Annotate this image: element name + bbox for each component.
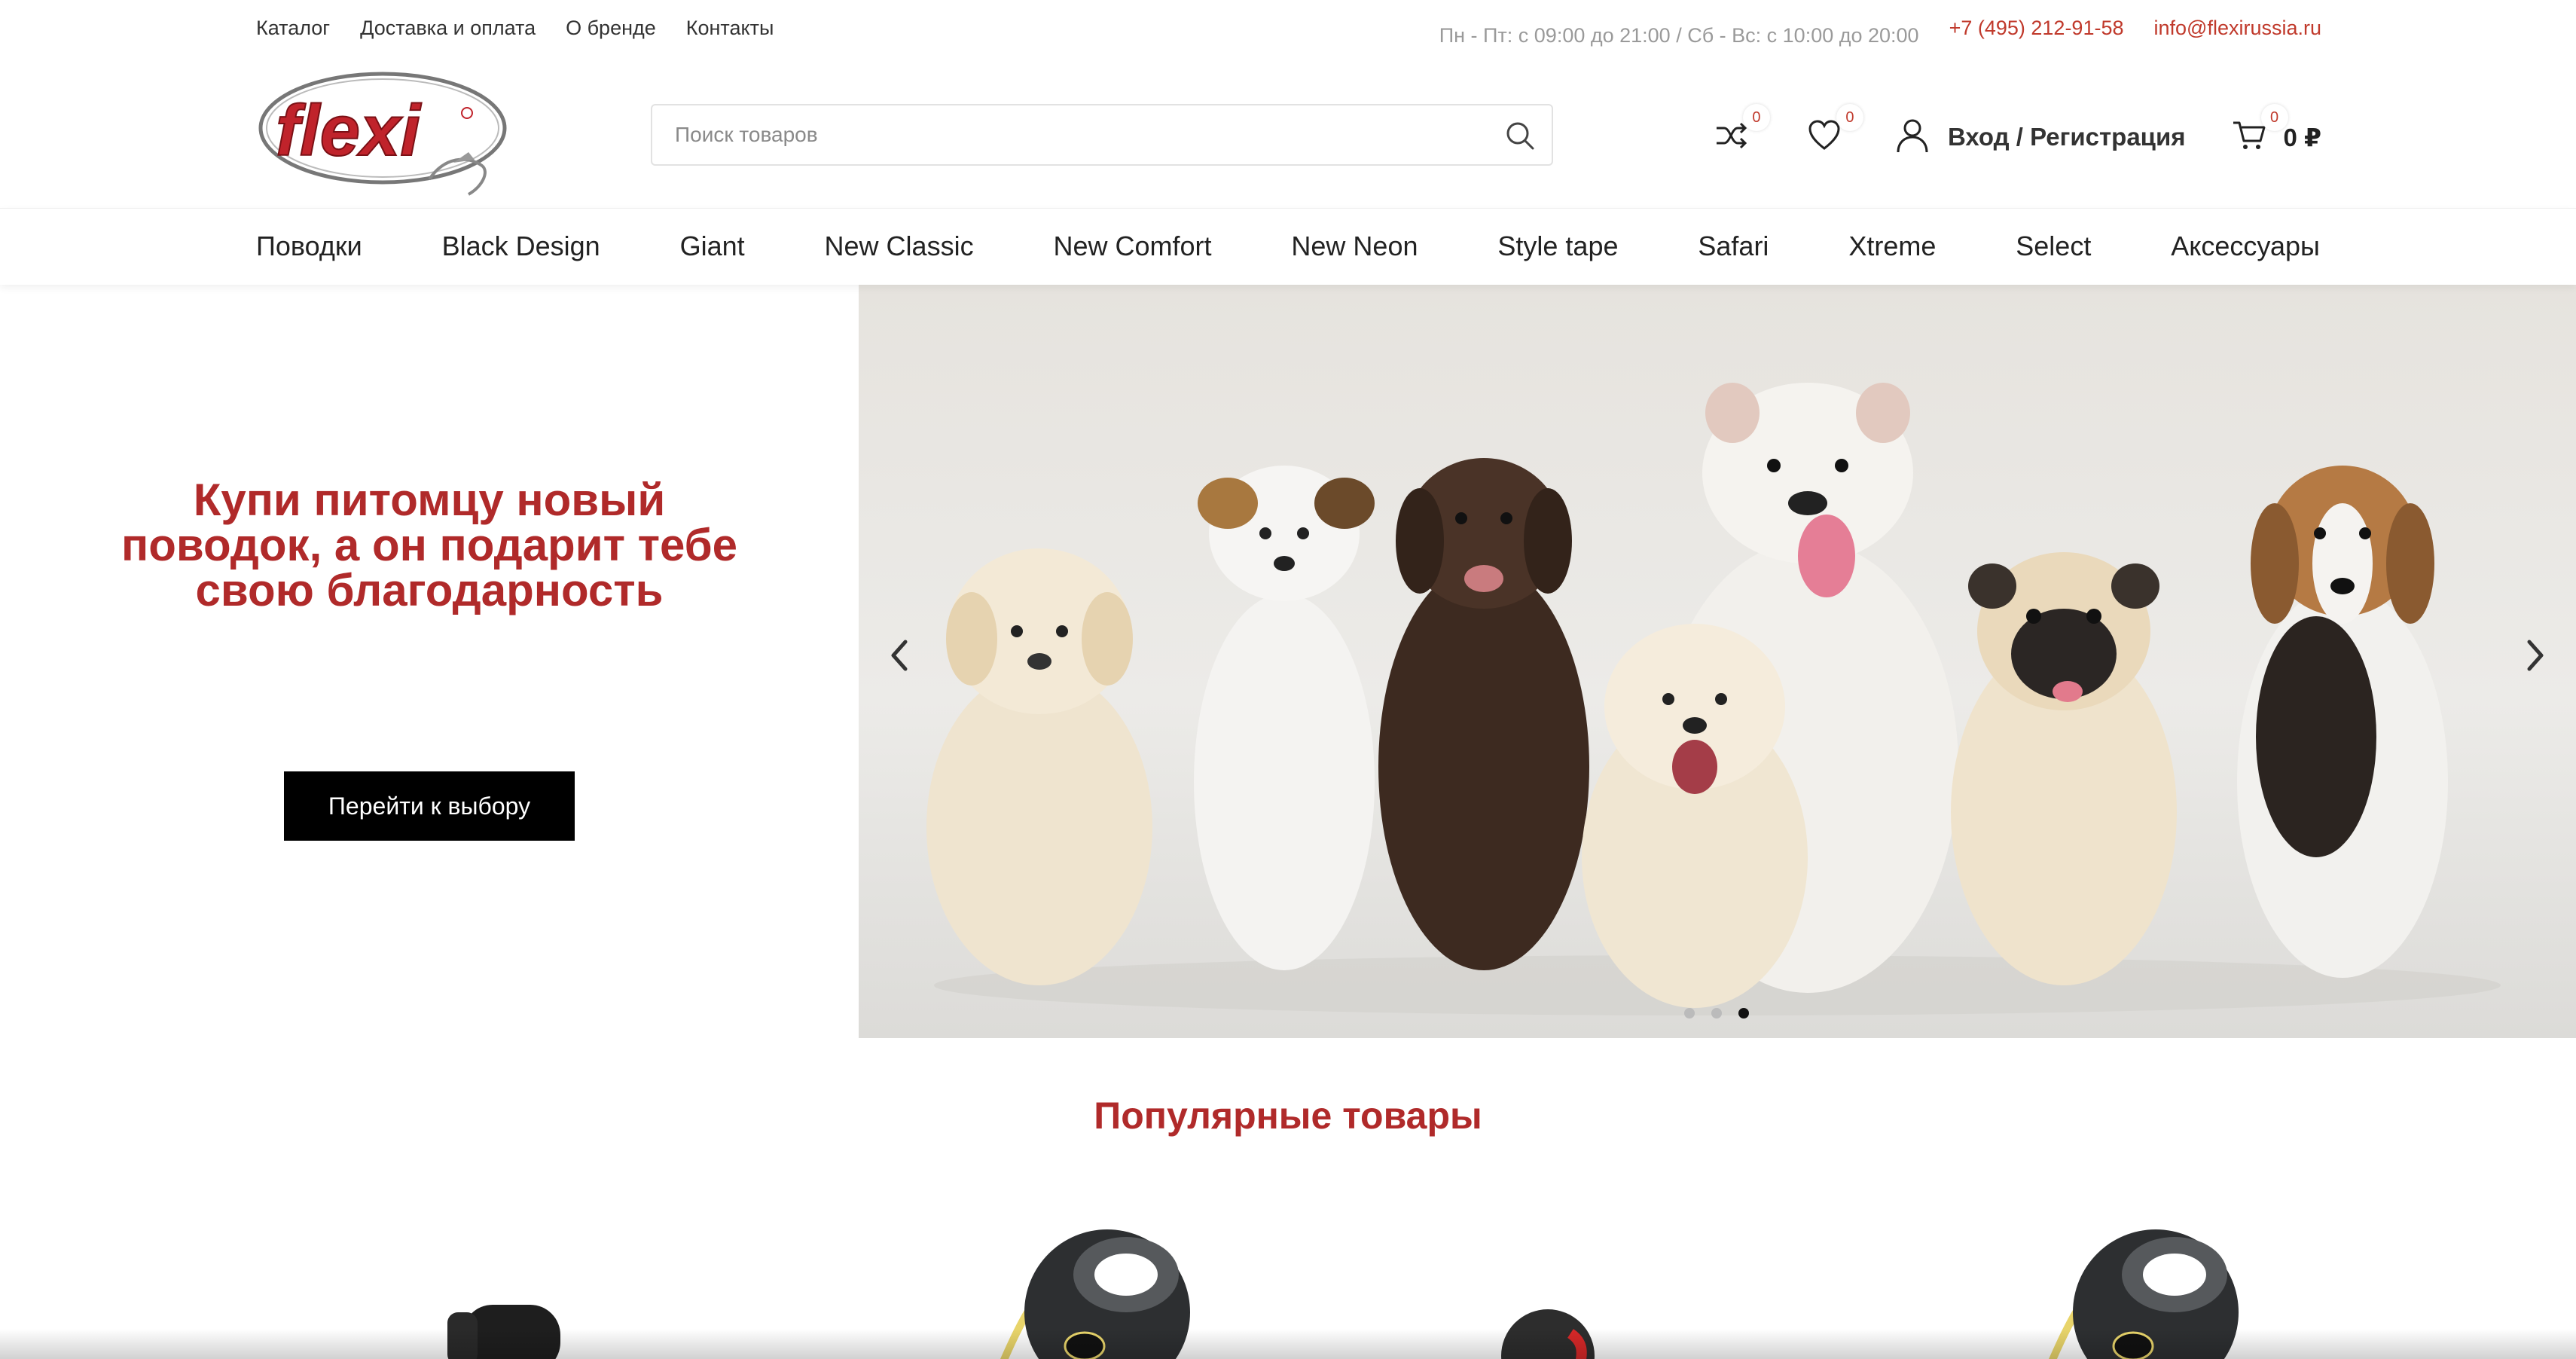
cart-icon	[2232, 118, 2266, 157]
top-link-catalog[interactable]: Каталог	[256, 17, 330, 40]
puppies-illustration	[926, 383, 2501, 1015]
login-label: Вход / Регистрация	[1947, 123, 2186, 151]
slider-dots	[1684, 1008, 1749, 1018]
hero-image-puppies	[859, 285, 2576, 1038]
wishlist-count-badge: 0	[1836, 104, 1863, 131]
puppy-chocolate-lab	[1378, 458, 1589, 970]
svg-text:flexi: flexi	[276, 90, 422, 171]
cart-count-badge: 0	[2260, 104, 2288, 131]
top-link-delivery[interactable]: Доставка и оплата	[360, 17, 536, 40]
top-contacts: Пн - Пт: с 09:00 до 21:00 / Сб - Вс: с 1…	[1439, 17, 2322, 47]
main-nav: Поводки Black Design Giant New Classic N…	[0, 208, 2576, 285]
puppy-fluffy-front	[1582, 624, 1808, 1008]
nav-item-new-comfort[interactable]: New Comfort	[1053, 231, 1211, 262]
header-actions: 0 0 Вход / Регистрация 0 0 ₽	[1710, 104, 2321, 160]
puppy-jack-russell	[1194, 466, 1375, 970]
nav-item-accessories[interactable]: Аксессуары	[2171, 231, 2320, 262]
hero-title: Купи питомцу новый поводок, а он подарит…	[121, 475, 738, 615]
chevron-right-icon	[2517, 640, 2553, 681]
user-icon	[1895, 118, 1930, 157]
nav-item-giant[interactable]: Giant	[680, 231, 745, 262]
hero-text-panel: Купи питомцу новый поводок, а он подарит…	[0, 285, 859, 1038]
bottom-fade	[0, 1329, 2576, 1359]
popular-products-title: Популярные товары	[1094, 1095, 1482, 1137]
chevron-left-icon	[881, 640, 917, 681]
cart-button[interactable]: 0 0 ₽	[2228, 104, 2321, 158]
shuffle-icon	[1714, 118, 1748, 157]
search-box	[651, 104, 1553, 166]
email-link[interactable]: info@flexirussia.ru	[2154, 17, 2322, 40]
nav-item-select[interactable]: Select	[2016, 231, 2091, 262]
compare-count-badge: 0	[1742, 104, 1770, 131]
slider-prev-button[interactable]	[881, 633, 917, 678]
cart-icon-wrap: 0	[2228, 104, 2288, 158]
cart-total: 0 ₽	[2283, 123, 2321, 151]
header: flexi 0 0 Вход / Регистрац	[0, 59, 2576, 208]
nav-item-safari[interactable]: Safari	[1698, 231, 1769, 262]
top-bar: Каталог Доставка и оплата О бренде Конта…	[0, 0, 2576, 59]
flexi-logo[interactable]: flexi	[256, 66, 514, 202]
working-hours: Пн - Пт: с 09:00 до 21:00 / Сб - Вс: с 1…	[1439, 24, 1919, 47]
login-register-link[interactable]: Вход / Регистрация	[1895, 118, 2186, 157]
hero-cta-button[interactable]: Перейти к выбору	[284, 771, 575, 841]
phone-link[interactable]: +7 (495) 212-91-58	[1949, 17, 2124, 40]
nav-item-black-design[interactable]: Black Design	[442, 231, 600, 262]
search-input[interactable]	[652, 105, 1466, 164]
wishlist-button[interactable]: 0	[1803, 104, 1863, 158]
top-link-contacts[interactable]: Контакты	[686, 17, 774, 40]
nav-items: Поводки Black Design Giant New Classic N…	[256, 209, 2320, 284]
slider-dot-2[interactable]	[1711, 1008, 1722, 1018]
puppy-pug	[1951, 552, 2177, 985]
popular-products-row	[0, 1205, 2576, 1359]
nav-item-style-tape[interactable]: Style tape	[1497, 231, 1618, 262]
hero-slider: Купи питомцу новый поводок, а он подарит…	[0, 285, 2576, 1038]
top-link-about[interactable]: О бренде	[566, 17, 656, 40]
heart-icon	[1807, 118, 1842, 157]
top-links: Каталог Доставка и оплата О бренде Конта…	[256, 17, 774, 40]
nav-item-xtreme[interactable]: Xtreme	[1848, 231, 1936, 262]
puppy-golden	[926, 548, 1152, 985]
search-icon[interactable]	[1503, 119, 1537, 152]
nav-item-new-neon[interactable]: New Neon	[1291, 231, 1418, 262]
nav-item-new-classic[interactable]: New Classic	[825, 231, 974, 262]
compare-button[interactable]: 0	[1710, 104, 1770, 158]
puppy-beagle	[2237, 466, 2448, 978]
nav-item-leashes[interactable]: Поводки	[256, 231, 362, 262]
slider-next-button[interactable]	[2517, 633, 2553, 678]
slider-dot-1[interactable]	[1684, 1008, 1695, 1018]
slider-dot-3-active[interactable]	[1738, 1008, 1749, 1018]
